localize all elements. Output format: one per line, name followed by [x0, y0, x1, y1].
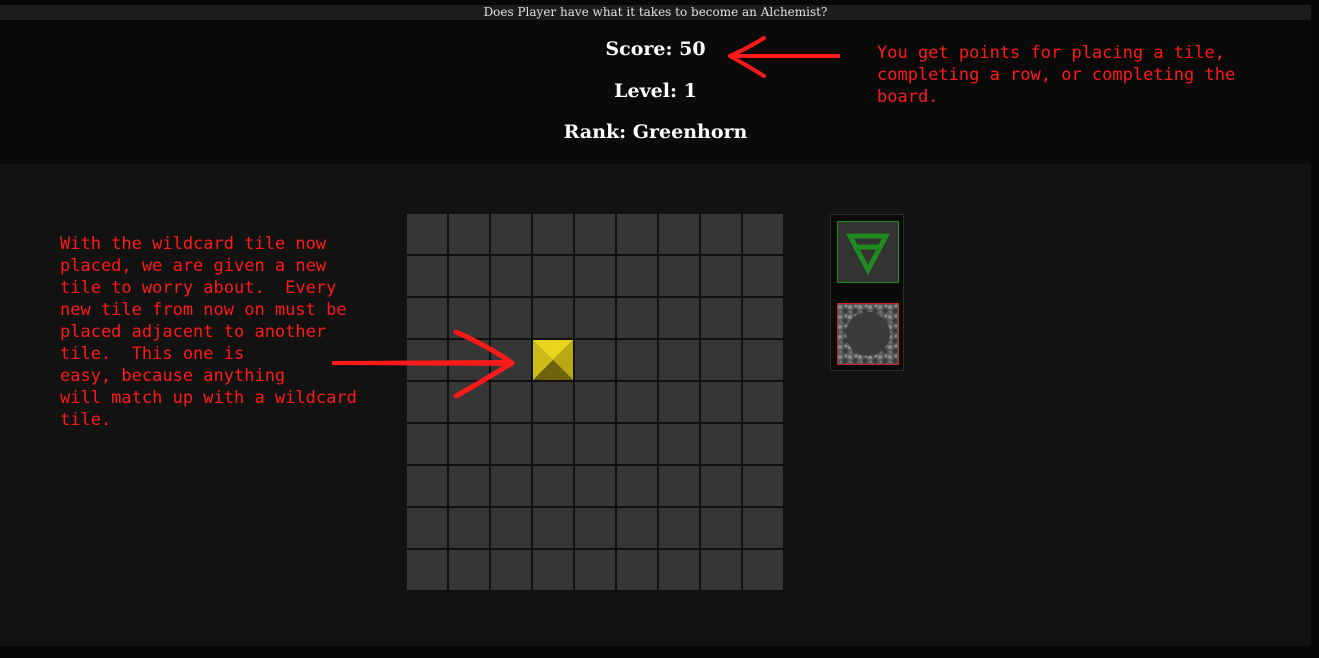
board-cell[interactable] [701, 508, 741, 548]
board-cell[interactable] [659, 508, 699, 548]
board-cell[interactable] [743, 256, 783, 296]
board-cell[interactable] [743, 550, 783, 590]
board-cell[interactable] [533, 214, 573, 254]
board-cell[interactable] [491, 466, 531, 506]
board-cell[interactable] [701, 256, 741, 296]
board-cell[interactable] [701, 550, 741, 590]
board-cell[interactable] [575, 298, 615, 338]
board-cell[interactable] [617, 382, 657, 422]
board-cell[interactable] [701, 214, 741, 254]
board-cell[interactable] [449, 550, 489, 590]
rank-display: Rank: Greenhorn [563, 121, 748, 143]
board-cell[interactable] [575, 508, 615, 548]
board-cell[interactable] [659, 214, 699, 254]
board-cell[interactable] [449, 256, 489, 296]
board-cell[interactable] [575, 256, 615, 296]
earth-triangle-icon [845, 233, 891, 276]
wildcard-pyramid-icon [533, 340, 573, 380]
board-cell[interactable] [617, 256, 657, 296]
board-cell[interactable] [533, 508, 573, 548]
board-cell[interactable] [701, 382, 741, 422]
board-cell[interactable] [659, 466, 699, 506]
board-cell[interactable] [659, 340, 699, 380]
board-cell[interactable] [617, 214, 657, 254]
board-cell[interactable] [701, 298, 741, 338]
board-cell[interactable] [659, 424, 699, 464]
board-cell[interactable] [407, 256, 447, 296]
board-cell[interactable] [743, 382, 783, 422]
board-cell[interactable] [617, 466, 657, 506]
stone-disc-icon [838, 304, 898, 364]
board-cell[interactable] [407, 550, 447, 590]
current-tile[interactable] [837, 221, 899, 283]
board-cell[interactable] [701, 340, 741, 380]
board-cell[interactable] [575, 340, 615, 380]
board-cell[interactable] [617, 508, 657, 548]
board-cell[interactable] [449, 214, 489, 254]
board-cell[interactable] [617, 424, 657, 464]
board-cell[interactable] [659, 256, 699, 296]
board-cell[interactable] [491, 214, 531, 254]
board-cell[interactable] [449, 466, 489, 506]
board-cell[interactable] [659, 550, 699, 590]
board-cell[interactable] [533, 550, 573, 590]
board-cell[interactable] [491, 424, 531, 464]
board-cell[interactable] [575, 382, 615, 422]
board-cell[interactable] [575, 550, 615, 590]
board-cell[interactable] [449, 508, 489, 548]
board-cell[interactable] [407, 508, 447, 548]
board-cell[interactable] [407, 424, 447, 464]
board-cell[interactable] [659, 298, 699, 338]
board-cell[interactable] [533, 298, 573, 338]
board-cell[interactable] [743, 214, 783, 254]
board-cell[interactable] [533, 466, 573, 506]
next-tile [837, 303, 899, 365]
wildcard-tile[interactable] [533, 340, 573, 380]
page-title: Does Player have what it takes to become… [0, 5, 1311, 20]
board-cell[interactable] [575, 466, 615, 506]
game-board [407, 214, 785, 592]
board-cell[interactable] [701, 424, 741, 464]
score-arrow [728, 36, 840, 78]
board-cell[interactable] [533, 382, 573, 422]
board-cell[interactable] [575, 214, 615, 254]
board-cell[interactable] [743, 340, 783, 380]
board-cell[interactable] [449, 424, 489, 464]
board-cell[interactable] [575, 424, 615, 464]
board-cell[interactable] [743, 298, 783, 338]
board-cell[interactable] [533, 424, 573, 464]
board-cell[interactable] [701, 466, 741, 506]
tile-annotation: With the wildcard tile now placed, we ar… [60, 234, 357, 430]
board-cell[interactable] [743, 466, 783, 506]
board-cell[interactable] [407, 214, 447, 254]
board-cell[interactable] [407, 466, 447, 506]
board-cell[interactable] [617, 340, 657, 380]
tile-tray [830, 214, 904, 371]
board-cell[interactable] [743, 424, 783, 464]
board-cell[interactable] [533, 256, 573, 296]
score-annotation: You get points for placing a tile, compl… [877, 43, 1236, 107]
board-cell[interactable] [743, 508, 783, 548]
board-cell[interactable] [617, 550, 657, 590]
board-cell[interactable] [659, 382, 699, 422]
board-cell[interactable] [491, 256, 531, 296]
board-cell[interactable] [491, 508, 531, 548]
board-cell[interactable] [491, 550, 531, 590]
board-cell[interactable] [617, 298, 657, 338]
game-page: Does Player have what it takes to become… [0, 0, 1319, 658]
